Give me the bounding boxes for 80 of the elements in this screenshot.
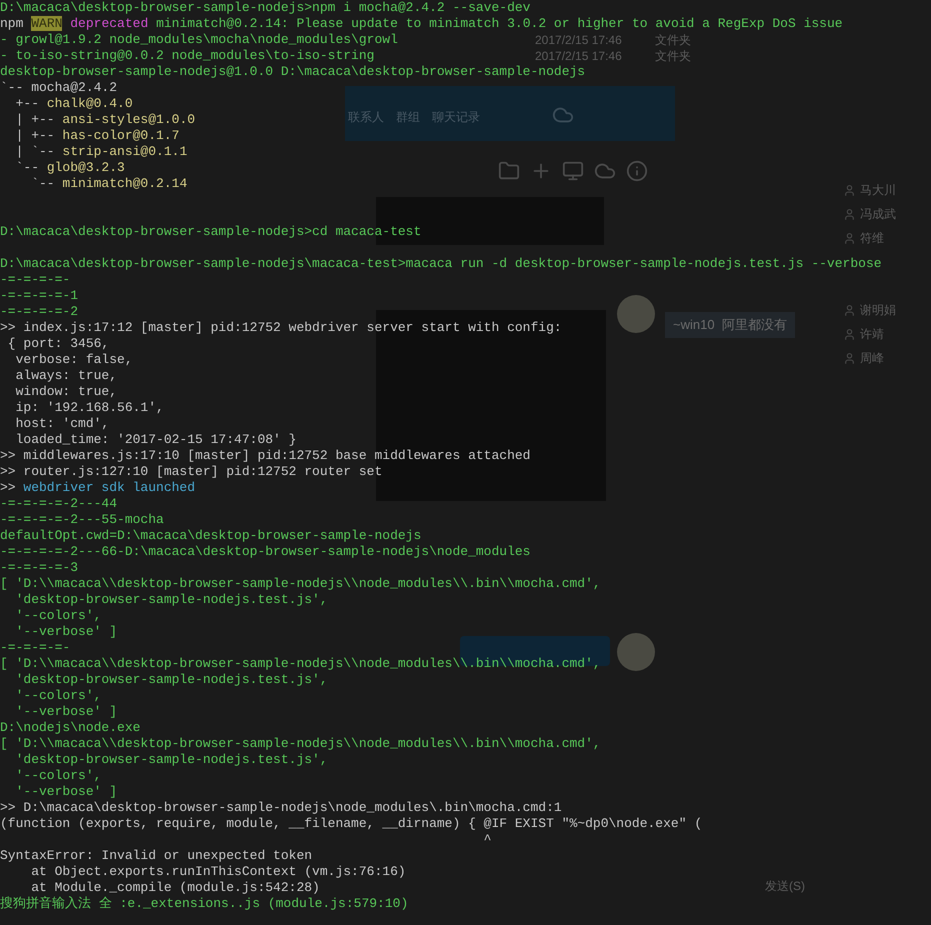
- person-icon: [843, 304, 856, 316]
- terminal-line: '--colors',: [14, 768, 102, 784]
- folder-icon[interactable]: [498, 160, 520, 182]
- terminal-line: at Object.exports.runInThisContext (vm.js:76:16): [30, 864, 406, 880]
- file-date: 2017/2/15 17:46: [535, 48, 623, 65]
- terminal-line: D:\macaca\desktop-browser-sample-nodejs\macaca-test>macaca run -d desktop-browser-sample-nodejs.test.js --verbose: [0, 256, 882, 272]
- terminal-line: +-- chalk@0.4.0: [14, 96, 133, 112]
- avatar: [617, 633, 655, 671]
- person-icon: [843, 208, 856, 220]
- terminal-line: loaded_time: '2017-02-15 17:47:08' }: [14, 432, 296, 448]
- terminal-line: desktop-browser-sample-nodejs@1.0.0 D:\macaca\desktop-browser-sample-nodejs: [0, 64, 586, 80]
- terminal-line: 'desktop-browser-sample-nodejs.test.js',: [14, 592, 328, 608]
- terminal-line: - growl@1.9.2 node_modules\mocha\node_modules\growl: [0, 32, 398, 48]
- person-icon: [843, 328, 856, 340]
- terminal-line: '--verbose' ]: [14, 624, 118, 640]
- terminal-line: -=-=-=-=-2---44: [0, 496, 118, 512]
- avatar: [617, 295, 655, 333]
- terminal-line: >> middlewares.js:17:10 [master] pid:12752 base middlewares attached: [0, 448, 530, 464]
- terminal-line: -=-=-=-=-: [0, 640, 70, 656]
- terminal-line: SyntaxError: Invalid or unexpected token: [0, 848, 312, 864]
- contact-name[interactable]: 马大川: [860, 180, 896, 200]
- file-type: 文件夹: [655, 48, 691, 65]
- terminal-line: window: true,: [14, 384, 118, 400]
- monitor-icon[interactable]: [562, 160, 584, 182]
- terminal-line: >> D:\macaca\desktop-browser-sample-nodejs\node_modules\.bin\mocha.cmd:1: [0, 800, 562, 816]
- info-icon[interactable]: [626, 160, 648, 182]
- terminal-line: [ 'D:\\macaca\\desktop-browser-sample-nodejs\\node_modules\\.bin\\mocha.cmd',: [0, 736, 601, 752]
- terminal-line: D:\macaca\desktop-browser-sample-nodejs>cd macaca-test: [0, 224, 422, 240]
- file-type: 文件夹: [655, 32, 691, 49]
- terminal-line: { port: 3456,: [6, 336, 110, 352]
- terminal-line: verbose: false,: [14, 352, 133, 368]
- person-icon: [843, 184, 856, 196]
- chat-tab[interactable]: 聊天记录: [432, 108, 480, 126]
- terminal-line: -=-=-=-=-: [0, 272, 70, 288]
- terminal-line: host: 'cmd',: [14, 416, 110, 432]
- terminal-line: >> index.js:17:12 [master] pid:12752 webdriver server start with config:: [0, 320, 562, 336]
- terminal-line: D:\nodejs\node.exe: [0, 720, 140, 736]
- terminal-line: | +-- has-color@0.1.7: [14, 128, 180, 144]
- terminal-line: ^: [482, 832, 492, 848]
- terminal-line: - to-iso-string@0.0.2 node_modules\to-iso-string: [0, 48, 374, 64]
- terminal-line: npm WARN deprecated minimatch@0.2.14: Please update to minimatch 3.0.2 or higher to avoid a RegExp DoS issue: [0, 16, 843, 32]
- terminal-line: D:\macaca\desktop-browser-sample-nodejs>npm i mocha@2.4.2 --save-dev: [0, 0, 530, 16]
- terminal-line: -=-=-=-=-2: [0, 304, 78, 320]
- terminal-line: | +-- ansi-styles@1.0.0: [14, 112, 196, 128]
- person-icon: [843, 232, 856, 244]
- terminal-line: -=-=-=-=-3: [0, 560, 78, 576]
- chat-tab[interactable]: 联系人: [348, 108, 384, 126]
- terminal-line: 'desktop-browser-sample-nodejs.test.js',: [14, 672, 328, 688]
- contact-name[interactable]: 符维: [860, 228, 884, 248]
- file-date: 2017/2/15 17:46: [535, 32, 623, 49]
- terminal-line: '--colors',: [14, 608, 102, 624]
- terminal-line: '--verbose' ]: [14, 704, 118, 720]
- terminal-line: always: true,: [14, 368, 118, 384]
- terminal-line: -=-=-=-=-2---55-mocha: [0, 512, 164, 528]
- send-button[interactable]: 发送(S): [765, 877, 805, 895]
- terminal-line: `-- minimatch@0.2.14: [30, 176, 188, 192]
- terminal-line: [ 'D:\\macaca\\desktop-browser-sample-nodejs\\node_modules\\.bin\\mocha.cmd',: [0, 576, 601, 592]
- message-bubble: ~win10 阿里都没有: [665, 312, 795, 338]
- terminal-line: | `-- strip-ansi@0.1.1: [14, 144, 188, 160]
- person-icon: [843, 352, 856, 364]
- terminal-line: '--colors',: [14, 688, 102, 704]
- terminal-line: (function (exports, require, module, __filename, __dirname) { @IF EXIST "%~dp0\node.exe" (: [0, 816, 702, 832]
- terminal-line: ip: '192.168.56.1',: [14, 400, 164, 416]
- terminal-line: [ 'D:\\macaca\\desktop-browser-sample-nodejs\\node_modules\\.bin\\mocha.cmd',: [0, 656, 601, 672]
- terminal-line: 'desktop-browser-sample-nodejs.test.js',: [14, 752, 328, 768]
- terminal-line: at Module._compile (module.js:542:28): [30, 880, 320, 896]
- contact-name[interactable]: 谢明娟: [860, 300, 896, 320]
- terminal-line: >> router.js:127:10 [master] pid:12752 router set: [0, 464, 382, 480]
- terminal-line: 搜狗拼音输入法 全 :e._extensions..js (module.js:579:10): [0, 896, 408, 912]
- contact-name[interactable]: 许靖: [860, 324, 884, 344]
- terminal-line: `-- mocha@2.4.2: [0, 80, 118, 96]
- terminal-line: -=-=-=-=-1: [0, 288, 78, 304]
- contact-name[interactable]: 冯成武: [860, 204, 896, 224]
- terminal-line: `-- glob@3.2.3: [14, 160, 125, 176]
- terminal-line: defaultOpt.cwd=D:\macaca\desktop-browser-sample-nodejs: [0, 528, 422, 544]
- chat-tab[interactable]: 群组: [396, 108, 420, 126]
- contact-name[interactable]: 周峰: [860, 348, 884, 368]
- terminal-line: >> webdriver sdk launched: [0, 480, 196, 496]
- terminal-line: -=-=-=-=-2---66-D:\macaca\desktop-browser-sample-nodejs\node_modules: [0, 544, 530, 560]
- terminal-line: '--verbose' ]: [14, 784, 118, 800]
